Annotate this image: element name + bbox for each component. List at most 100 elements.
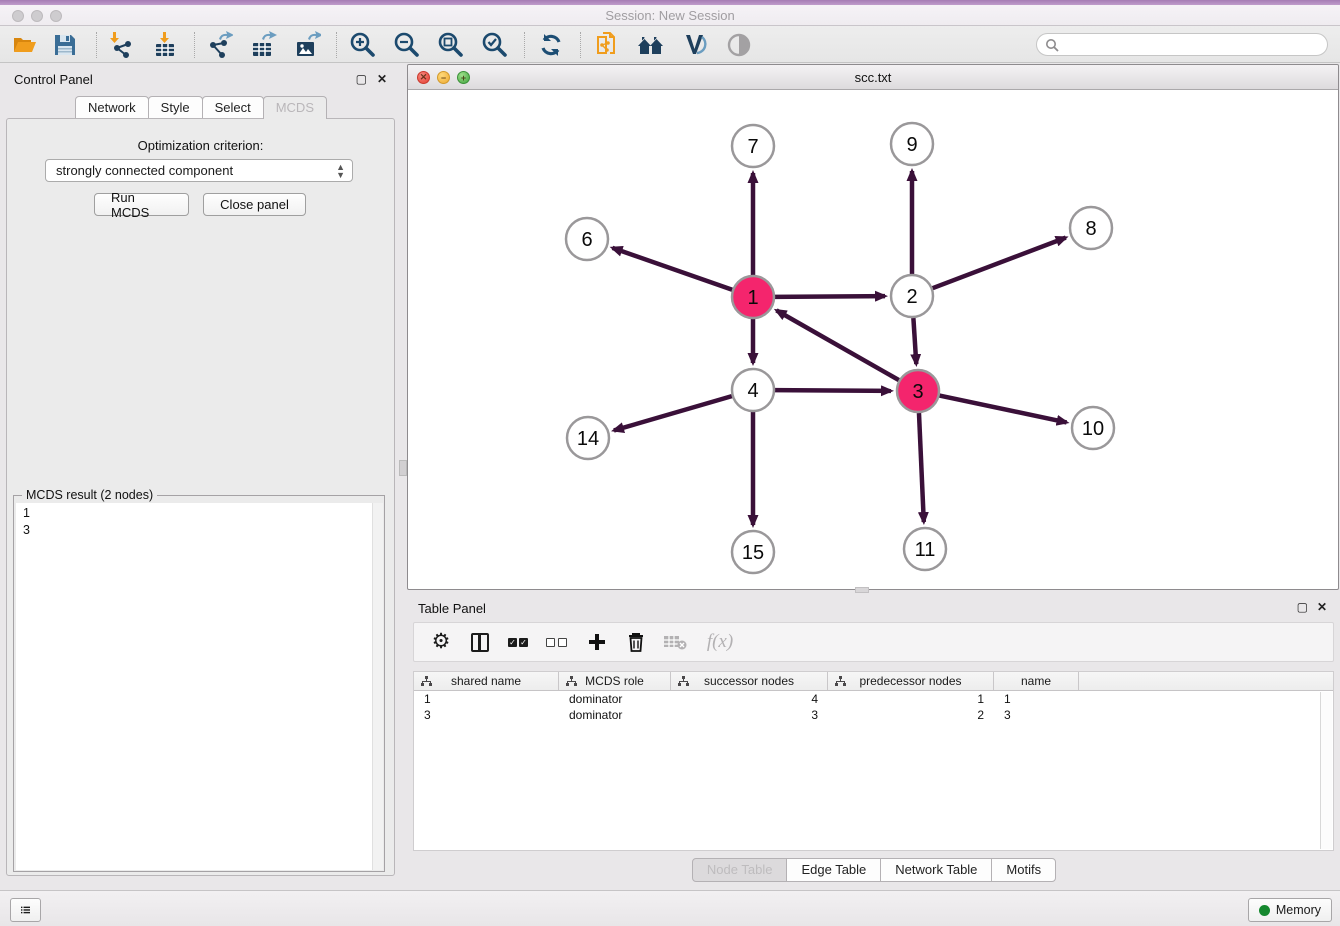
zoom-selected-icon[interactable] <box>480 30 510 60</box>
function-builder-icon[interactable]: f(x) <box>702 630 738 654</box>
show-panels-button[interactable] <box>10 898 41 922</box>
window-title: Session: New Session <box>0 8 1340 23</box>
control-panel-tabs: NetworkStyleSelectMCDS <box>0 96 401 119</box>
run-mcds-button[interactable]: Run MCDS <box>94 193 189 216</box>
memory-button[interactable]: Memory <box>1248 898 1332 922</box>
optimization-criterion-value: strongly connected component <box>56 163 233 178</box>
horizontal-splitter-grip[interactable] <box>855 587 869 593</box>
table-cell[interactable]: 3 <box>414 707 559 723</box>
export-image-icon[interactable] <box>292 30 322 60</box>
graph-node-label-6: 6 <box>581 229 592 251</box>
table-settings-icon[interactable]: ⚙ <box>429 630 453 654</box>
graph-node-label-15: 15 <box>742 542 764 564</box>
column-header-label: successor nodes <box>704 674 794 688</box>
save-session-icon[interactable] <box>50 30 80 60</box>
network-graph-canvas[interactable]: 7968124314101511 <box>409 90 1338 589</box>
titlebar-accent <box>0 0 1340 5</box>
float-panel-icon[interactable]: ▢ <box>356 72 367 86</box>
graph-edge-3-10[interactable] <box>940 396 1067 423</box>
refresh-icon[interactable] <box>536 30 566 60</box>
tab-mcds[interactable]: MCDS <box>263 96 327 119</box>
tab-node-table[interactable]: Node Table <box>692 858 788 882</box>
column-header-successor-nodes[interactable]: successor nodes <box>671 672 828 690</box>
export-network-icon[interactable] <box>204 30 234 60</box>
export-table-icon[interactable] <box>248 30 278 60</box>
memory-label: Memory <box>1276 903 1321 917</box>
table-cell[interactable]: 1 <box>414 691 559 707</box>
column-header-label: predecessor nodes <box>859 674 961 688</box>
close-panel-button[interactable]: Close panel <box>203 193 306 216</box>
search-input[interactable] <box>1063 35 1327 54</box>
table-panel-title: Table Panel <box>418 601 486 616</box>
graph-node-label-2: 2 <box>906 286 917 308</box>
import-table-icon[interactable] <box>150 30 180 60</box>
graph-node-label-8: 8 <box>1085 218 1096 240</box>
zoom-fit-icon[interactable] <box>436 30 466 60</box>
graph-node-label-4: 4 <box>747 380 758 402</box>
tab-edge-table[interactable]: Edge Table <box>786 858 881 882</box>
graph-node-label-14: 14 <box>577 428 599 450</box>
graph-edge-3-1[interactable] <box>776 310 898 380</box>
zoom-in-icon[interactable] <box>348 30 378 60</box>
tab-select[interactable]: Select <box>202 96 264 119</box>
cytohubba-home-icon[interactable] <box>636 30 666 60</box>
select-all-checkboxes-icon[interactable]: ✓✓ <box>507 630 531 654</box>
toolbar-separator <box>336 32 337 58</box>
column-header-shared-name[interactable]: shared name <box>414 672 559 690</box>
table-cell[interactable]: 1 <box>994 691 1079 707</box>
table-cell[interactable]: 3 <box>994 707 1079 723</box>
table-cell[interactable]: dominator <box>559 707 671 723</box>
optimization-criterion-select[interactable]: strongly connected component ▲▼ <box>45 159 353 182</box>
graph-edge-4-3[interactable] <box>775 390 891 391</box>
column-header-MCDS-role[interactable]: MCDS role <box>559 672 671 690</box>
graph-edge-3-11[interactable] <box>919 413 924 522</box>
table-rows: 1dominator4113dominator323 <box>414 691 1333 723</box>
status-bar: Memory <box>0 890 1340 926</box>
chevron-up-down-icon: ▲▼ <box>336 163 345 179</box>
tab-network[interactable]: Network <box>75 96 149 119</box>
graph-node-label-11: 11 <box>915 539 936 561</box>
tab-motifs[interactable]: Motifs <box>991 858 1056 882</box>
node-table[interactable]: shared nameMCDS role successor nodes prede… <box>413 671 1334 851</box>
hide-selected-eye-icon[interactable] <box>724 30 754 60</box>
graph-edge-1-2[interactable] <box>775 296 885 297</box>
vizmapper-icon[interactable] <box>680 30 710 60</box>
column-header-name[interactable]: name <box>994 672 1079 690</box>
tab-network-table[interactable]: Network Table <box>880 858 992 882</box>
graph-edge-4-14[interactable] <box>614 396 732 430</box>
graph-edge-2-3[interactable] <box>913 318 916 364</box>
network-window-titlebar[interactable]: ✕ − + scc.txt <box>408 65 1338 90</box>
table-row[interactable]: 3dominator323 <box>414 707 1333 723</box>
close-panel-icon[interactable]: ✕ <box>377 72 387 86</box>
clone-network-icon[interactable] <box>592 30 622 60</box>
memory-status-dot <box>1259 905 1270 916</box>
show-columns-icon[interactable] <box>468 630 492 654</box>
delete-table-icon[interactable] <box>663 630 687 654</box>
vertical-splitter-grip[interactable] <box>399 460 407 476</box>
column-header-predecessor-nodes[interactable]: predecessor nodes <box>828 672 994 690</box>
table-panel: Table Panel ▢ ✕ ⚙ ✓✓ f(x) shared nameMCD… <box>407 595 1340 890</box>
search-box[interactable] <box>1036 33 1328 56</box>
graph-node-label-3: 3 <box>912 381 923 403</box>
graph-edge-1-6[interactable] <box>612 248 732 290</box>
add-column-icon[interactable] <box>585 630 609 654</box>
mcds-result-area[interactable]: 1 3 <box>16 503 383 870</box>
result-scrollbar[interactable] <box>372 503 383 870</box>
zoom-out-icon[interactable] <box>392 30 422 60</box>
table-cell[interactable]: 1 <box>828 691 994 707</box>
graph-edge-2-8[interactable] <box>933 238 1066 289</box>
table-cell[interactable]: 3 <box>671 707 828 723</box>
table-cell[interactable]: 2 <box>828 707 994 723</box>
main-toolbar <box>0 26 1340 63</box>
tab-style[interactable]: Style <box>148 96 203 119</box>
table-cell[interactable]: dominator <box>559 691 671 707</box>
close-table-panel-icon[interactable]: ✕ <box>1317 600 1327 614</box>
table-row[interactable]: 1dominator411 <box>414 691 1333 707</box>
delete-column-trash-icon[interactable] <box>624 630 648 654</box>
import-network-icon[interactable] <box>106 30 136 60</box>
deselect-all-checkboxes-icon[interactable] <box>546 630 570 654</box>
open-session-icon[interactable] <box>10 30 40 60</box>
table-scrollbar[interactable] <box>1320 692 1332 849</box>
table-cell[interactable]: 4 <box>671 691 828 707</box>
float-table-panel-icon[interactable]: ▢ <box>1297 600 1308 614</box>
